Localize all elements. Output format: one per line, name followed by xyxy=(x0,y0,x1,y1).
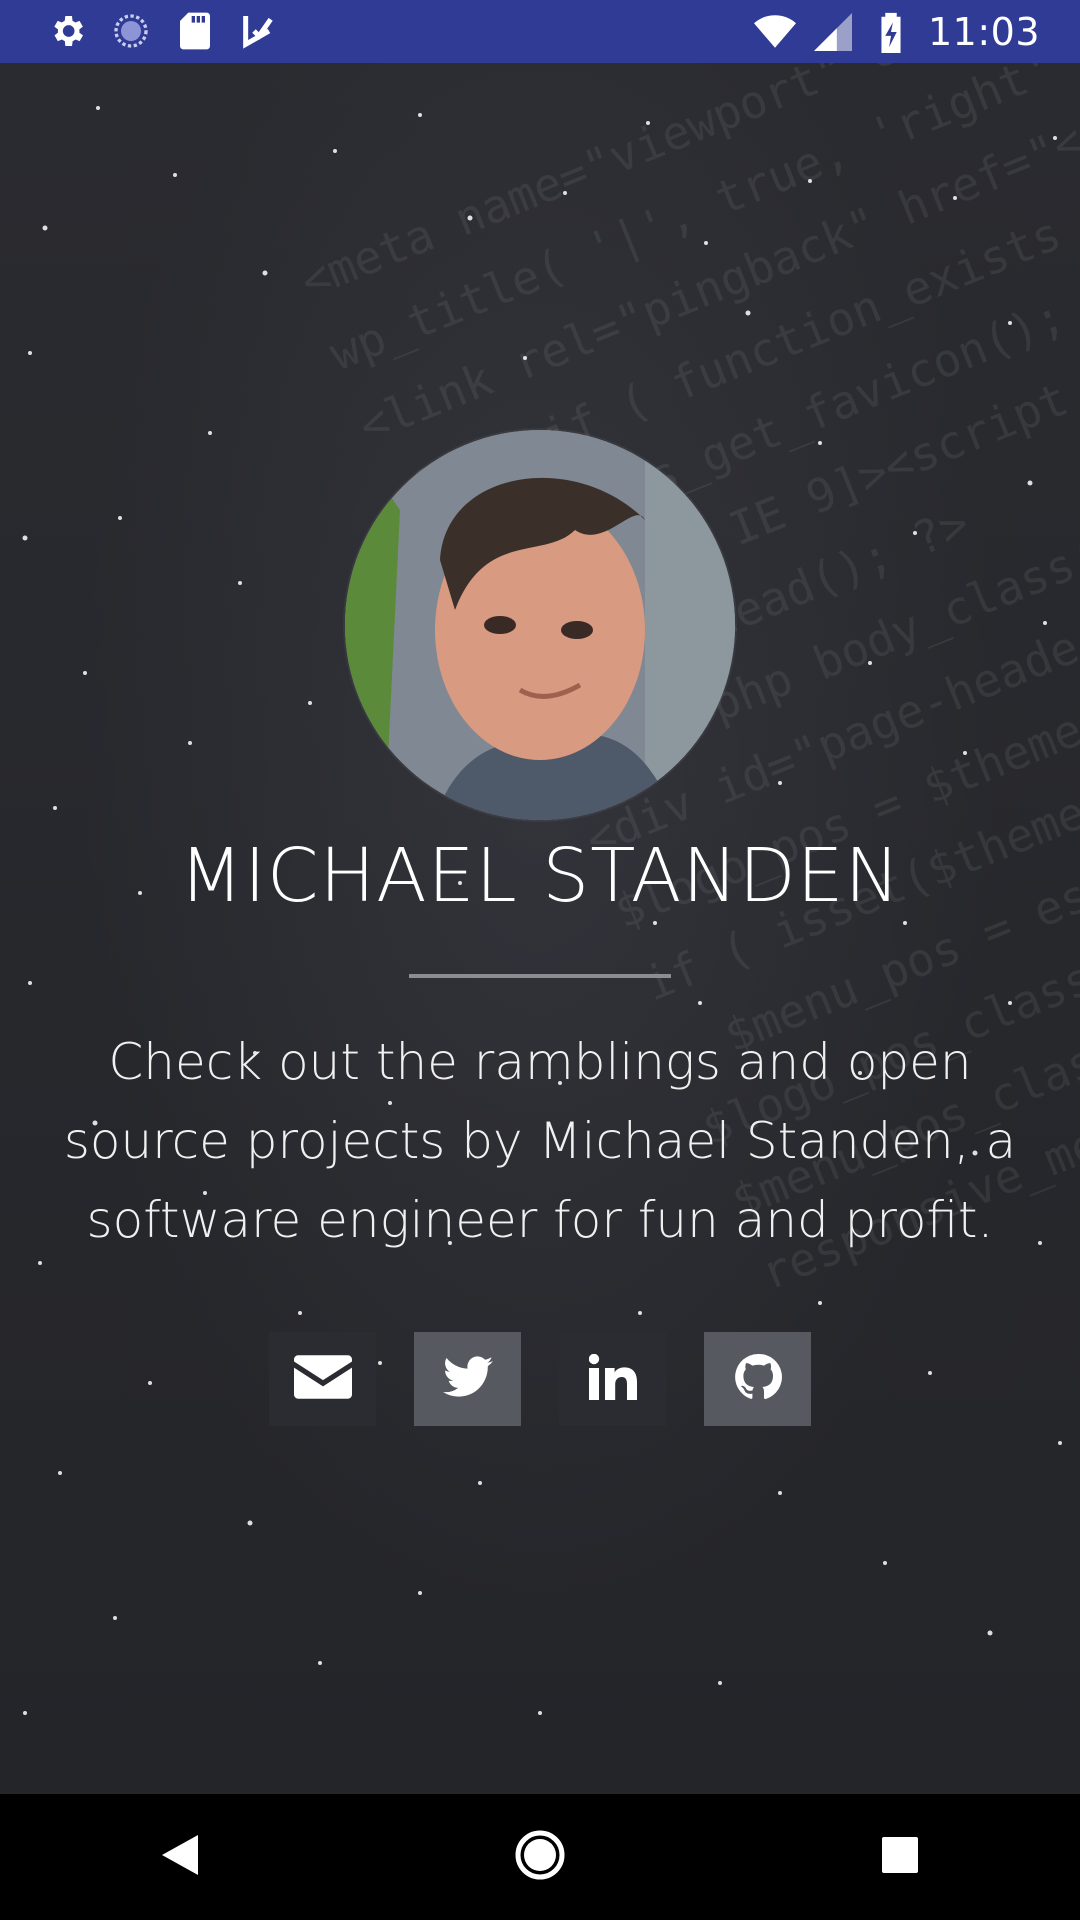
status-bar: 11:03 xyxy=(0,0,1080,63)
linkedin-button[interactable] xyxy=(559,1332,666,1426)
sync-circle-icon xyxy=(110,10,152,52)
email-button[interactable] xyxy=(269,1332,376,1426)
profile-avatar xyxy=(345,430,735,820)
signal-icon xyxy=(812,11,854,53)
back-icon xyxy=(162,1835,198,1879)
social-links xyxy=(0,1332,1080,1426)
twitter-button[interactable] xyxy=(414,1332,521,1426)
github-icon xyxy=(734,1353,782,1405)
twitter-icon xyxy=(442,1356,493,1402)
battery-charging-icon xyxy=(870,11,912,53)
email-icon xyxy=(293,1355,352,1403)
gear-icon xyxy=(46,10,88,52)
home-button[interactable] xyxy=(500,1817,580,1897)
star-field xyxy=(22,106,1062,1715)
profile-tagline: Check out the ramblings and open source … xyxy=(63,1033,1017,1249)
sd-card-icon xyxy=(174,10,216,52)
recents-icon xyxy=(882,1837,918,1877)
navigation-bar xyxy=(0,1794,1080,1920)
profile-page: <meta name="viewport" content="width= wp… xyxy=(0,63,1080,1794)
recents-button[interactable] xyxy=(860,1817,940,1897)
linkedin-icon xyxy=(588,1353,637,1404)
home-icon xyxy=(514,1829,566,1885)
profile-name: MICHAEL STANDEN xyxy=(179,833,901,919)
checkmark-arrow-icon xyxy=(238,10,280,52)
wifi-icon xyxy=(753,11,796,53)
github-button[interactable] xyxy=(704,1332,811,1426)
status-time: 11:03 xyxy=(927,9,1040,54)
back-button[interactable] xyxy=(140,1817,220,1897)
divider xyxy=(409,974,671,978)
